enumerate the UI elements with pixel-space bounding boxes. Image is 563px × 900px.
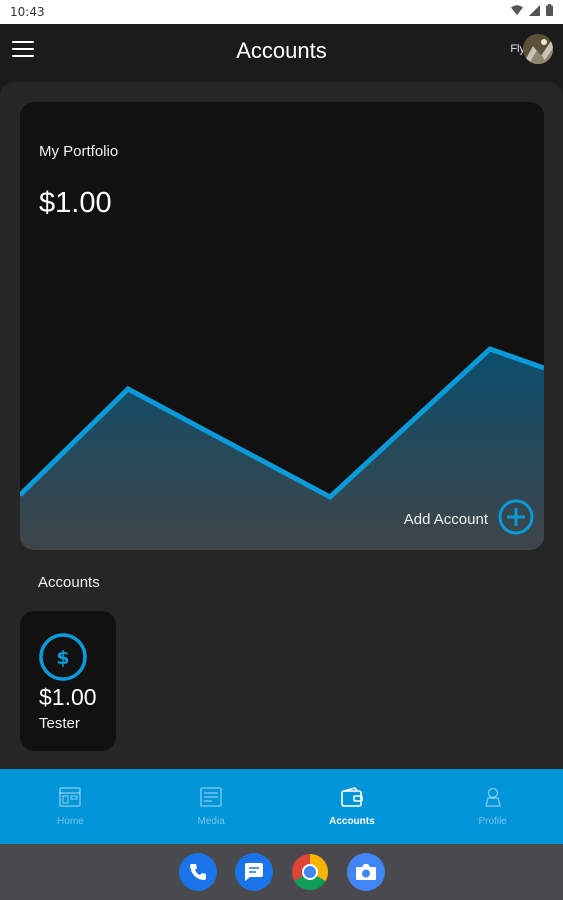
add-account-label: Add Account bbox=[403, 511, 488, 528]
status-bar: 10:43 bbox=[0, 0, 563, 24]
account-name: Tester bbox=[39, 715, 80, 732]
nav-accounts-label: Accounts bbox=[329, 816, 375, 827]
portfolio-card: My Portfolio $1.00 Add Account bbox=[20, 102, 544, 550]
nav-home[interactable]: Home bbox=[0, 769, 141, 844]
battery-icon bbox=[546, 4, 553, 19]
media-icon bbox=[200, 787, 222, 812]
nav-media-label: Media bbox=[197, 816, 225, 827]
nav-profile-label: Profile bbox=[478, 816, 507, 827]
portfolio-value: $1.00 bbox=[39, 187, 112, 219]
wifi-icon bbox=[511, 4, 523, 19]
portfolio-label: My Portfolio bbox=[39, 143, 119, 160]
app-bar: Accounts Fly bbox=[0, 24, 563, 82]
bottom-nav: Home Media Accounts Profile bbox=[0, 769, 563, 844]
nav-media[interactable]: Media bbox=[141, 769, 282, 844]
profile-icon bbox=[482, 787, 504, 812]
wallet-icon bbox=[341, 787, 363, 812]
nav-accounts[interactable]: Accounts bbox=[282, 769, 423, 844]
messages-icon[interactable] bbox=[234, 853, 273, 891]
status-time: 10:43 bbox=[10, 5, 45, 19]
nav-home-label: Home bbox=[57, 816, 84, 827]
svg-text:$: $ bbox=[56, 647, 69, 669]
camera-icon[interactable] bbox=[346, 853, 385, 891]
nav-profile[interactable]: Profile bbox=[422, 769, 563, 844]
account-amount: $1.00 bbox=[39, 684, 97, 710]
home-icon bbox=[59, 787, 82, 812]
accounts-heading: Accounts bbox=[38, 574, 100, 591]
signal-icon bbox=[529, 4, 540, 19]
plus-circle-icon[interactable] bbox=[498, 499, 534, 540]
portfolio-chart bbox=[20, 346, 544, 550]
status-icons bbox=[511, 4, 553, 19]
main-content: My Portfolio $1.00 Add Account Accounts … bbox=[0, 82, 563, 769]
dollar-coin-icon: $ bbox=[38, 632, 88, 687]
system-dock bbox=[0, 844, 563, 900]
chrome-icon[interactable] bbox=[291, 853, 329, 891]
add-account-button[interactable]: Add Account bbox=[404, 499, 534, 540]
account-tile[interactable]: $ $1.00 Tester bbox=[20, 611, 116, 751]
phone-icon[interactable] bbox=[178, 853, 217, 891]
page-title: Accounts bbox=[236, 38, 327, 63]
avatar[interactable] bbox=[523, 34, 553, 64]
